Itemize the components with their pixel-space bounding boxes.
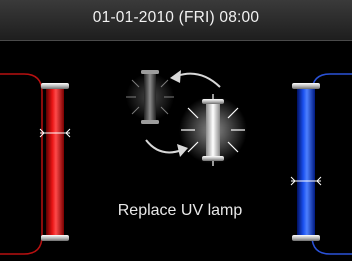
red-uv-lamp-icon (39, 83, 71, 241)
left-pipe-line (0, 73, 43, 255)
bright-uv-lamp-icon (179, 94, 247, 166)
status-bar: 01-01-2010 (FRI) 08:00 (0, 0, 352, 41)
lamp-illustration (0, 70, 352, 255)
date-time: 01-01-2010 (FRI) 08:00 (92, 9, 260, 26)
replace-uv-lamp-message: Replace UV lamp (117, 202, 243, 219)
dim-uv-lamp-icon (126, 70, 174, 124)
right-pipe-line (311, 73, 352, 255)
lamp-replace-screen: Replace UV lamp (0, 41, 352, 261)
blue-uv-lamp-icon (290, 83, 322, 241)
